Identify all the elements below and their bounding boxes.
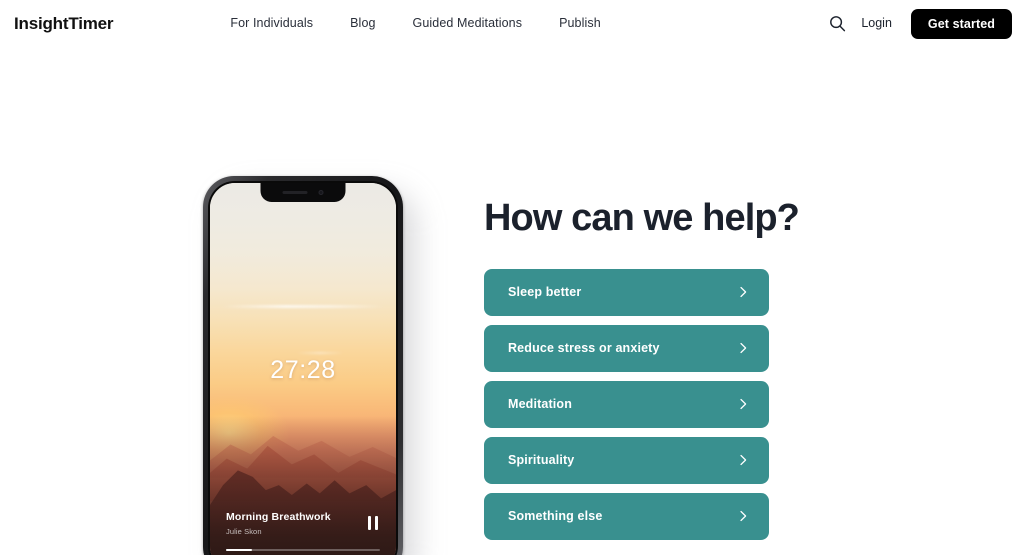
help-option-sleep-better[interactable]: Sleep better: [484, 268, 769, 316]
search-button[interactable]: [824, 11, 850, 37]
track-info: Morning Breathwork Julie Skon: [226, 511, 331, 535]
help-option-label: Reduce stress or anxiety: [508, 341, 660, 356]
logo-text-insight: Insight: [14, 13, 69, 33]
chevron-right-icon: [740, 287, 747, 298]
help-panel: How can we help? Sleep better Reduce str…: [484, 197, 800, 540]
help-option-label: Something else: [508, 509, 603, 524]
front-camera-icon: [318, 189, 324, 196]
phone-mockup: 27:28 Morning Breathwork Julie Skon: [203, 176, 417, 555]
login-link[interactable]: Login: [861, 17, 892, 30]
chevron-right-icon: [740, 399, 747, 410]
chevron-right-icon: [740, 511, 747, 522]
cloud-streak: [221, 305, 385, 309]
search-icon: [829, 16, 845, 32]
earpiece-speaker: [282, 191, 308, 194]
track-artist: Julie Skon: [226, 526, 262, 536]
main-stage: 27:28 Morning Breathwork Julie Skon How …: [0, 47, 1024, 555]
pause-button[interactable]: [366, 514, 381, 532]
pause-icon-bar-left: [367, 516, 371, 531]
phone-notch: [260, 183, 346, 202]
help-option-label: Meditation: [508, 397, 572, 412]
help-options-list: Sleep better Reduce stress or anxiety Me…: [484, 268, 769, 540]
cloud-streak-secondary: [295, 351, 344, 354]
help-option-reduce-stress-or-anxiety[interactable]: Reduce stress or anxiety: [484, 324, 769, 372]
help-option-label: Sleep better: [508, 285, 582, 300]
nav-item-publish[interactable]: Publish: [559, 17, 601, 30]
help-option-something-else[interactable]: Something else: [484, 492, 769, 540]
playback-progress-bar[interactable]: [226, 548, 380, 551]
player-info-row: Morning Breathwork Julie Skon: [226, 511, 381, 536]
chevron-right-icon: [740, 455, 747, 466]
phone-bezel: 27:28 Morning Breathwork Julie Skon: [208, 181, 398, 555]
help-option-label: Spirituality: [508, 453, 575, 468]
meditation-timer-display: 27:28: [270, 355, 336, 384]
pause-icon-bar-right: [374, 516, 378, 531]
phone-screen: 27:28 Morning Breathwork Julie Skon: [210, 183, 396, 555]
help-option-spirituality[interactable]: Spirituality: [484, 436, 769, 484]
logo-text-timer: Timer: [68, 13, 114, 33]
audio-player: Morning Breathwork Julie Skon: [210, 511, 396, 551]
site-header: InsightTimer For Individuals Blog Guided…: [0, 0, 1024, 47]
nav-item-blog[interactable]: Blog: [350, 17, 375, 30]
phone-device-frame: 27:28 Morning Breathwork Julie Skon: [203, 176, 403, 555]
nav-item-guided-meditations[interactable]: Guided Meditations: [413, 17, 523, 30]
playback-progress-fill: [226, 548, 253, 551]
primary-navigation: For Individuals Blog Guided Meditations …: [230, 17, 600, 30]
chevron-right-icon: [740, 343, 747, 354]
track-title: Morning Breathwork: [226, 511, 331, 524]
header-actions: Login Get started: [824, 8, 1012, 39]
logo-insight-timer[interactable]: InsightTimer: [14, 13, 114, 34]
page-title: How can we help?: [484, 197, 800, 239]
help-option-meditation[interactable]: Meditation: [484, 380, 769, 428]
nav-item-for-individuals[interactable]: For Individuals: [230, 17, 313, 30]
get-started-button[interactable]: Get started: [910, 8, 1012, 39]
